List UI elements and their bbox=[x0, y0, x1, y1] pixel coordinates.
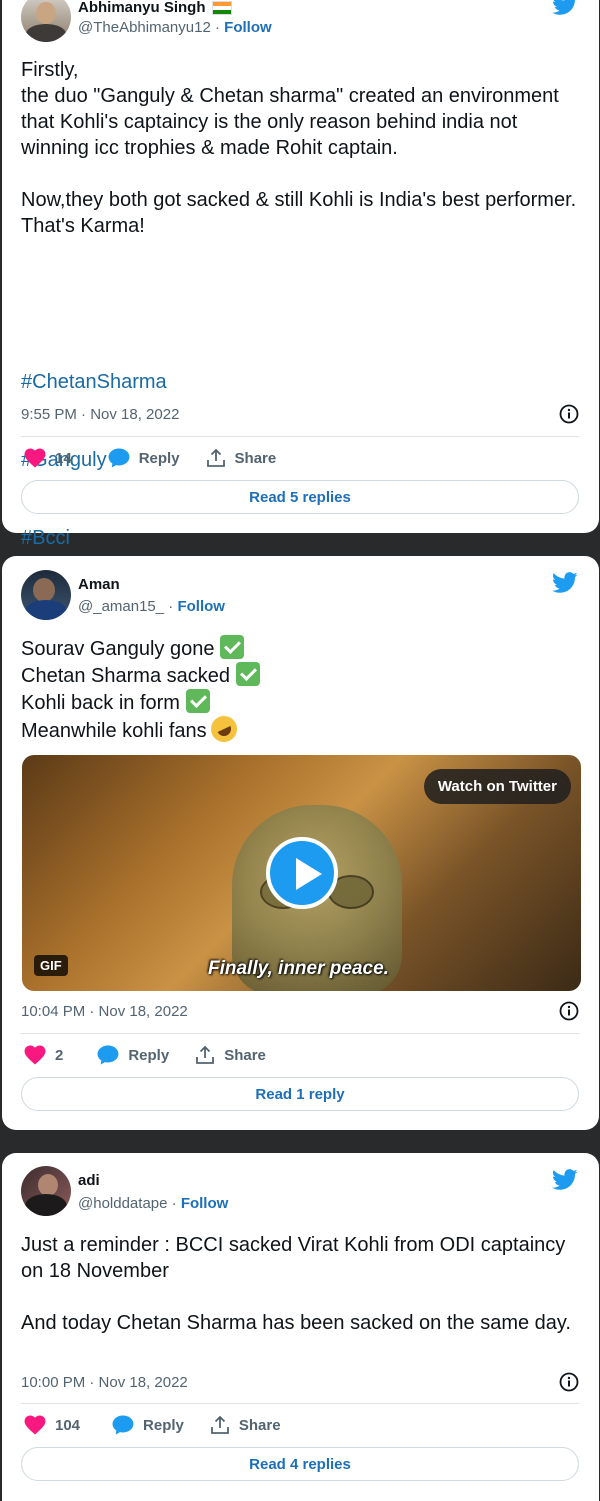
heart-icon bbox=[24, 1415, 46, 1435]
tweet-card: Aman @_aman15_ · Follow Sourav Ganguly g… bbox=[2, 556, 599, 1130]
reply-label: Reply bbox=[128, 1046, 170, 1064]
handle-row: @_aman15_ · Follow bbox=[78, 598, 225, 615]
share-icon bbox=[206, 448, 225, 467]
timestamp[interactable]: 10:04 PM · Nov 18, 2022 bbox=[21, 1003, 188, 1020]
info-icon[interactable] bbox=[559, 1372, 579, 1392]
twitter-bird-icon[interactable] bbox=[552, 0, 578, 16]
tweet-meta: 9:55 PM · Nov 18, 2022 bbox=[21, 404, 579, 424]
action-bar: 14 Reply Share bbox=[24, 448, 302, 468]
reply-bubble-icon bbox=[112, 1415, 134, 1435]
info-icon[interactable] bbox=[559, 1001, 579, 1021]
check-mark-emoji-icon bbox=[236, 662, 261, 686]
author-handle[interactable]: @holddatape bbox=[78, 1195, 167, 1212]
heart-icon bbox=[24, 448, 46, 468]
gif-caption: Finally, inner peace. bbox=[208, 958, 389, 979]
gif-badge: GIF bbox=[34, 955, 68, 976]
tweet-card: Abhimanyu Singh @TheAbhimanyu12 · Follow… bbox=[2, 0, 599, 549]
watch-on-twitter-button[interactable]: Watch on Twitter bbox=[423, 769, 571, 804]
tweet-text: Firstly, the duo "Ganguly & Chetan sharm… bbox=[21, 59, 577, 237]
india-flag-icon bbox=[211, 0, 232, 15]
info-icon[interactable] bbox=[559, 404, 579, 424]
display-name[interactable]: adi bbox=[78, 1172, 100, 1189]
tweet-line: Meanwhile kohli fans bbox=[21, 720, 207, 742]
action-bar: 2 Reply Share bbox=[24, 1045, 292, 1065]
share-icon bbox=[210, 1415, 229, 1434]
reply-button[interactable]: Reply bbox=[97, 1045, 169, 1065]
divider bbox=[21, 436, 579, 437]
reply-button[interactable]: Reply bbox=[112, 1415, 184, 1435]
share-label: Share bbox=[238, 1416, 281, 1434]
author-name[interactable]: Abhimanyu Singh bbox=[78, 0, 206, 16]
hashtag-link[interactable]: #ChetanSharma bbox=[21, 369, 579, 395]
twitter-bird-icon[interactable] bbox=[552, 572, 578, 594]
reply-label: Reply bbox=[138, 449, 180, 467]
check-mark-emoji-icon bbox=[185, 689, 210, 713]
author-name[interactable]: Aman bbox=[78, 576, 120, 593]
read-replies-button[interactable]: Read 1 reply bbox=[21, 1077, 579, 1111]
share-button[interactable]: Share bbox=[206, 448, 277, 468]
like-button[interactable]: 104 bbox=[24, 1415, 80, 1435]
play-icon[interactable] bbox=[266, 837, 338, 909]
avatar[interactable] bbox=[21, 1166, 71, 1216]
handle-row: @TheAbhimanyu12 · Follow bbox=[78, 19, 272, 36]
share-button[interactable]: Share bbox=[195, 1045, 266, 1065]
share-label: Share bbox=[224, 1046, 266, 1064]
tweet-meta: 10:00 PM · Nov 18, 2022 bbox=[21, 1372, 579, 1392]
tweet-text: Sourav Ganguly gone Chetan Sharma sacked… bbox=[21, 635, 579, 747]
tweet-line: Chetan Sharma sacked bbox=[21, 665, 231, 687]
display-name[interactable]: Aman bbox=[78, 576, 120, 593]
hashtag-link[interactable]: #Bcci bbox=[21, 525, 579, 551]
divider bbox=[21, 1033, 579, 1034]
reply-bubble-icon bbox=[108, 448, 130, 468]
share-label: Share bbox=[234, 449, 277, 467]
check-mark-emoji-icon bbox=[220, 635, 245, 659]
handle-row: @holddatape · Follow bbox=[78, 1195, 229, 1212]
follow-button[interactable]: Follow bbox=[181, 1195, 229, 1212]
read-replies-button[interactable]: Read 5 replies bbox=[21, 480, 579, 514]
gif-media[interactable]: Watch on Twitter GIF Finally, inner peac… bbox=[22, 755, 581, 991]
share-icon bbox=[196, 1045, 215, 1064]
author-handle[interactable]: @TheAbhimanyu12 bbox=[78, 19, 211, 36]
follow-button[interactable]: Follow bbox=[224, 19, 272, 36]
author-name[interactable]: adi bbox=[78, 1172, 100, 1189]
twitter-bird-icon[interactable] bbox=[552, 1169, 578, 1191]
action-bar: 104 Reply Share bbox=[24, 1415, 307, 1435]
rofl-emoji-icon bbox=[206, 711, 241, 747]
avatar[interactable] bbox=[21, 570, 71, 620]
tweet-line: Kohli back in form bbox=[21, 692, 180, 714]
tweet-card: adi @holddatape · Follow Just a reminder… bbox=[2, 1153, 599, 1501]
like-button[interactable]: 14 bbox=[24, 448, 72, 468]
like-count: 2 bbox=[55, 1046, 64, 1064]
avatar[interactable] bbox=[21, 0, 71, 42]
like-count: 104 bbox=[55, 1416, 81, 1434]
display-name[interactable]: Abhimanyu Singh bbox=[78, 0, 232, 16]
divider bbox=[21, 1403, 579, 1404]
tweet-text: Just a reminder : BCCI sacked Virat Kohl… bbox=[21, 1234, 571, 1334]
follow-button[interactable]: Follow bbox=[177, 598, 225, 615]
like-button[interactable]: 2 bbox=[24, 1045, 63, 1065]
share-button[interactable]: Share bbox=[210, 1415, 281, 1435]
heart-icon bbox=[24, 1045, 46, 1065]
reply-button[interactable]: Reply bbox=[108, 448, 180, 468]
tweet-meta: 10:04 PM · Nov 18, 2022 bbox=[21, 1001, 579, 1021]
timestamp[interactable]: 9:55 PM · Nov 18, 2022 bbox=[21, 406, 179, 423]
author-handle[interactable]: @_aman15_ bbox=[78, 598, 164, 615]
like-count: 14 bbox=[55, 449, 72, 467]
tweet-line: Sourav Ganguly gone bbox=[21, 638, 215, 660]
reply-label: Reply bbox=[143, 1416, 184, 1434]
timestamp[interactable]: 10:00 PM · Nov 18, 2022 bbox=[21, 1374, 188, 1391]
read-replies-button[interactable]: Read 4 replies bbox=[21, 1447, 579, 1481]
reply-bubble-icon bbox=[97, 1045, 119, 1065]
